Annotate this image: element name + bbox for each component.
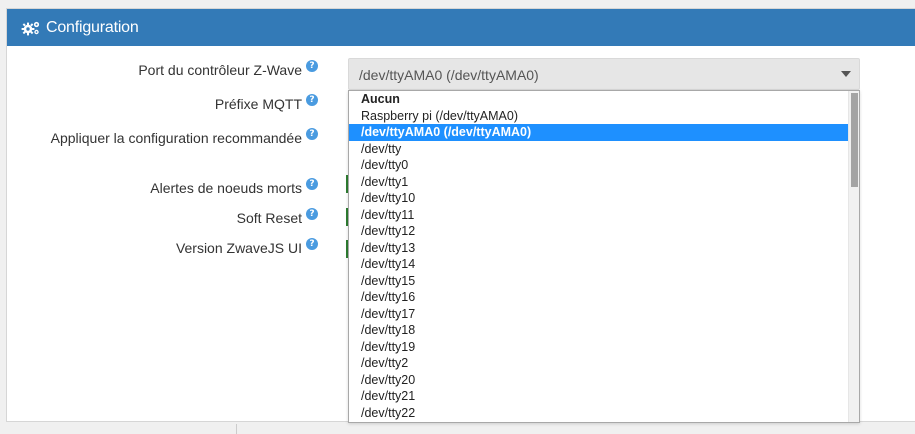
help-icon[interactable]: ?	[306, 178, 318, 190]
dropdown-option[interactable]: /dev/tty11	[349, 207, 849, 224]
dropdown-option[interactable]: /dev/ttyAMA0 (/dev/ttyAMA0)	[349, 124, 849, 141]
option-list: Aucun Raspberry pi (/dev/ttyAMA0)/dev/tty…	[349, 91, 849, 421]
dropdown-option[interactable]: Raspberry pi (/dev/ttyAMA0)	[349, 108, 849, 125]
dropdown-option[interactable]: /dev/tty12	[349, 223, 849, 240]
port-select-value: /dev/ttyAMA0 (/dev/ttyAMA0)	[359, 67, 539, 83]
dropdown-option[interactable]: /dev/tty18	[349, 322, 849, 339]
label-text: Appliquer la configuration recommandée	[50, 130, 302, 146]
label-prefixe-mqtt: Préfixe MQTT ?	[214, 94, 318, 112]
help-icon[interactable]: ?	[306, 128, 318, 140]
label-soft-reset: Soft Reset ?	[236, 208, 318, 226]
dropdown-option[interactable]: /dev/tty20	[349, 372, 849, 389]
label-text: Préfixe MQTT	[214, 96, 302, 112]
dropdown-option[interactable]: /dev/tty	[349, 141, 849, 158]
panel-heading: Configuration	[7, 9, 915, 46]
dropdown-option[interactable]: /dev/tty2	[349, 355, 849, 372]
label-text: Port du contrôleur Z-Wave	[138, 62, 302, 78]
label-text: Version ZwaveJS UI	[175, 240, 302, 256]
panel-title: Configuration	[46, 18, 139, 36]
help-icon[interactable]: ?	[306, 60, 318, 72]
divider	[236, 424, 237, 434]
dropdown-option[interactable]: /dev/tty14	[349, 256, 849, 273]
scrollbar-thumb[interactable]	[851, 93, 858, 187]
label-text: Alertes de noeuds morts	[150, 180, 302, 196]
dropdown-option[interactable]: /dev/tty15	[349, 273, 849, 290]
port-select-dropdown[interactable]: Aucun Raspberry pi (/dev/ttyAMA0)/dev/tty…	[348, 90, 860, 423]
label-text: Soft Reset	[236, 210, 302, 226]
cogs-icon	[21, 20, 41, 36]
dropdown-option[interactable]: /dev/tty22	[349, 405, 849, 422]
label-appliquer-configuration: Appliquer la configuration recommandée ?	[50, 128, 318, 146]
dropdown-option[interactable]: /dev/tty13	[349, 240, 849, 257]
dropdown-option[interactable]: /dev/tty21	[349, 388, 849, 405]
help-icon[interactable]: ?	[306, 94, 318, 106]
dropdown-option[interactable]: /dev/tty19	[349, 339, 849, 356]
dropdown-option[interactable]: /dev/tty17	[349, 306, 849, 323]
dropdown-option[interactable]: /dev/tty0	[349, 157, 849, 174]
port-select[interactable]: /dev/ttyAMA0 (/dev/ttyAMA0)	[348, 58, 860, 90]
dropdown-option[interactable]: Aucun	[349, 91, 849, 108]
help-icon[interactable]: ?	[306, 208, 318, 220]
label-version-zwavejs-ui: Version ZwaveJS UI ?	[175, 238, 318, 256]
chevron-down-icon[interactable]	[841, 71, 851, 77]
label-port-controleur: Port du contrôleur Z-Wave ?	[138, 60, 318, 78]
dropdown-option[interactable]: /dev/tty16	[349, 289, 849, 306]
dropdown-scrollbar[interactable]	[848, 91, 859, 422]
label-alertes-noeuds-morts: Alertes de noeuds morts ?	[150, 178, 318, 196]
dropdown-option[interactable]: /dev/tty10	[349, 190, 849, 207]
dropdown-option[interactable]: /dev/tty1	[349, 174, 849, 191]
help-icon[interactable]: ?	[306, 238, 318, 250]
